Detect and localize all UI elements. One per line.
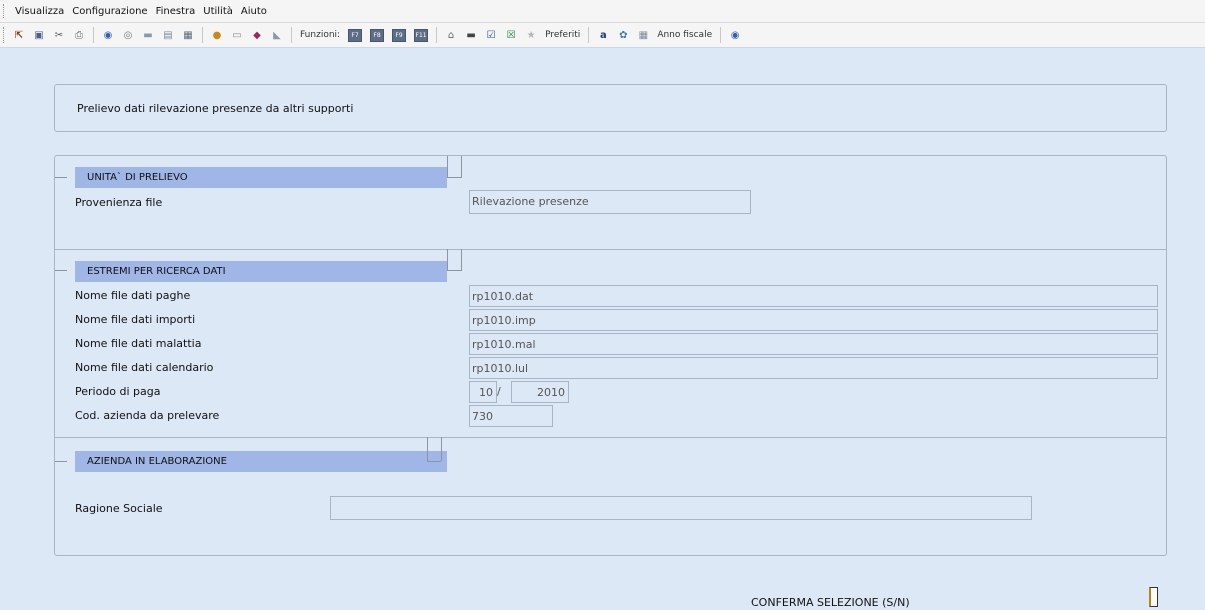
section-bracket-right (427, 461, 441, 462)
open-folder-icon[interactable]: ▬ (142, 29, 154, 41)
provenienza-label: Provenienza file (75, 196, 163, 209)
users-icon[interactable]: ● (211, 29, 223, 41)
menu-grip[interactable] (3, 4, 7, 18)
menu-visualizza[interactable]: Visualizza (11, 6, 68, 17)
toolbar-separator (291, 27, 292, 43)
toolbar-separator (588, 27, 590, 43)
page-title: Prelievo dati rilevazione presenze da al… (77, 102, 354, 115)
section-bracket-left (55, 270, 67, 271)
view-icon[interactable]: ◎ (122, 29, 134, 41)
file-paghe-field[interactable]: rp1010.dat (469, 285, 1158, 307)
function-key-f9[interactable]: F9 (392, 28, 407, 42)
section-header-ricerca: ESTREMI PER RICERCA DATI (75, 261, 447, 282)
star-icon[interactable]: ★ (525, 29, 537, 41)
menu-configurazione[interactable]: Configurazione (68, 6, 151, 17)
confirm-input[interactable] (1149, 587, 1158, 607)
periodo-anno-field[interactable]: 2010 (511, 381, 569, 403)
toolbar-grip[interactable] (3, 27, 7, 43)
section-bracket-right (447, 156, 448, 178)
file-calendario-label: Nome file dati calendario (75, 361, 214, 374)
toolbar-separator (202, 27, 203, 43)
periodo-mese-field[interactable]: 10 (469, 381, 497, 403)
funzioni-label: Funzioni: (300, 30, 341, 40)
section-bracket-right (461, 249, 462, 271)
building-icon[interactable]: ⌂ (445, 29, 457, 41)
menu-bar: Visualizza Configurazione Finestra Utili… (0, 0, 1205, 23)
book-icon[interactable]: ◆ (251, 29, 263, 41)
help-icon[interactable]: ◉ (102, 29, 114, 41)
main-panel: UNITA` DI PRELIEVO Provenienza file Rile… (54, 155, 1167, 556)
file-importi-label: Nome file dati importi (75, 313, 196, 326)
function-key-f11[interactable]: F11 (414, 28, 429, 42)
function-key-f7[interactable]: F7 (348, 28, 363, 42)
toolbar-separator (720, 27, 722, 43)
toolbar-separator (93, 27, 94, 43)
section-bracket-right (447, 177, 461, 178)
save-icon[interactable]: ▣ (33, 29, 45, 41)
globe-icon[interactable]: ✿ (617, 29, 629, 41)
font-a-icon[interactable]: a (597, 29, 609, 41)
menu-utilita[interactable]: Utilità (199, 6, 237, 17)
title-panel: Prelievo dati rilevazione presenze da al… (54, 84, 1167, 132)
file-importi-field[interactable]: rp1010.imp (469, 309, 1158, 331)
keyboard-icon[interactable]: ▬ (465, 29, 477, 41)
section-bracket-right (447, 249, 448, 271)
azienda-field[interactable]: 730 (469, 405, 553, 427)
menu-aiuto[interactable]: Aiuto (237, 6, 271, 17)
document-icon[interactable]: ▭ (231, 29, 243, 41)
tag-icon[interactable]: ◣ (271, 29, 283, 41)
section-bracket-right (427, 437, 428, 461)
print-icon[interactable]: ⎙ (73, 29, 85, 41)
list-icon[interactable]: ▤ (162, 29, 174, 41)
confirm-label: CONFERMA SELEZIONE (S/N) (751, 596, 910, 609)
anno-fiscale-label[interactable]: Anno fiscale (657, 30, 712, 40)
file-malattia-field[interactable]: rp1010.mal (469, 333, 1158, 355)
azienda-label: Cod. azienda da prelevare (75, 409, 220, 422)
exit-icon[interactable]: ⇱ (13, 29, 25, 41)
function-key-f8[interactable]: F8 (370, 28, 385, 42)
toolbar-separator (436, 27, 438, 43)
toolbar: ⇱ ▣ ✂ ⎙ ◉ ◎ ▬ ▤ ▦ ● ▭ ◆ ◣ Funzioni: F7 F… (0, 23, 1205, 48)
ragione-sociale-label: Ragione Sociale (75, 502, 163, 515)
calendar-icon[interactable]: ▦ (637, 29, 649, 41)
section-bracket-right (461, 156, 462, 178)
section-header-azienda: AZIENDA IN ELABORAZIONE (75, 451, 447, 472)
section-bracket-left (55, 461, 67, 462)
ragione-sociale-field[interactable] (330, 496, 1032, 520)
periodo-separator: / (497, 385, 501, 398)
checklist-icon[interactable]: ☑ (485, 29, 497, 41)
section-header-prelievo: UNITA` DI PRELIEVO (75, 167, 447, 188)
section-divider (55, 437, 1166, 438)
section-bracket-left (55, 177, 67, 178)
file-paghe-label: Nome file dati paghe (75, 289, 191, 302)
provenienza-field[interactable]: Rilevazione presenze (469, 190, 751, 214)
section-bracket-right (447, 270, 461, 271)
menu-finestra[interactable]: Finestra (152, 6, 200, 17)
excel-icon[interactable]: ☒ (505, 29, 517, 41)
info-icon[interactable]: ◉ (729, 29, 741, 41)
preferiti-label[interactable]: Preferiti (545, 30, 580, 40)
section-bracket-right (441, 437, 442, 461)
periodo-label: Periodo di paga (75, 385, 161, 398)
file-malattia-label: Nome file dati malattia (75, 337, 202, 350)
file-calendario-field[interactable]: rp1010.lul (469, 357, 1158, 379)
calculator-icon[interactable]: ▦ (182, 29, 194, 41)
cut-icon[interactable]: ✂ (53, 29, 65, 41)
section-divider (55, 249, 1166, 250)
